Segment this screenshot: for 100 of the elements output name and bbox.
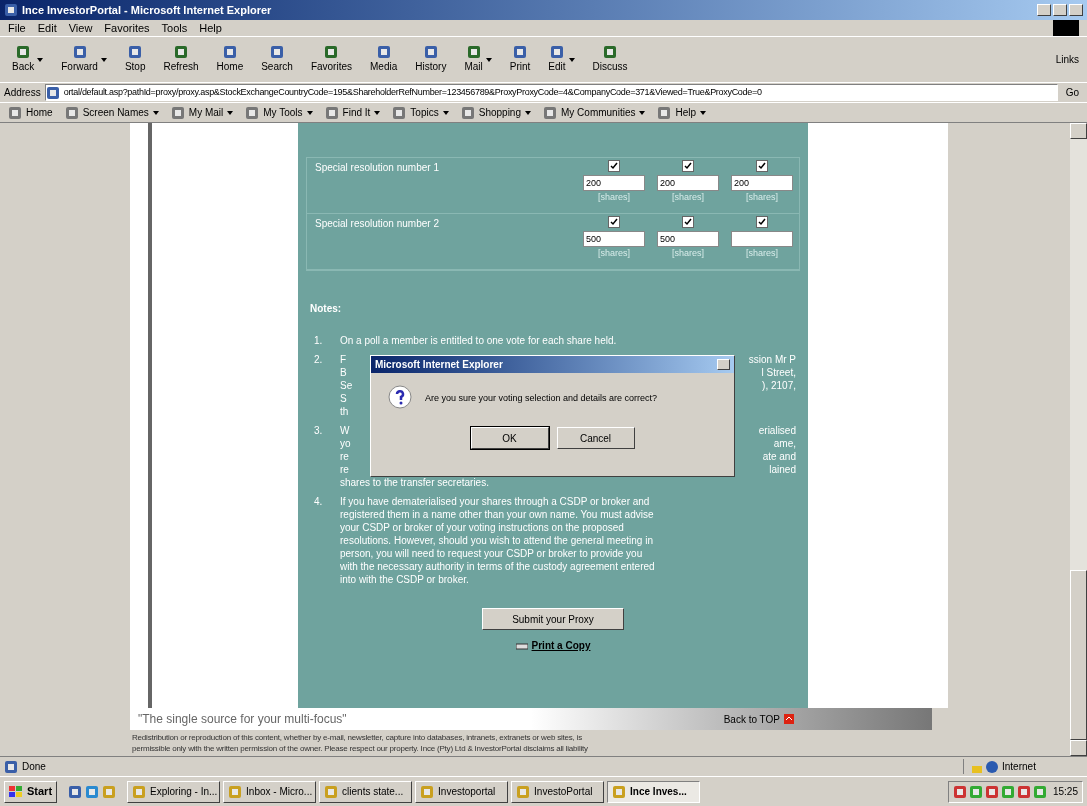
toolbar-button[interactable]: Edit bbox=[544, 45, 579, 74]
scrollbar[interactable] bbox=[1070, 123, 1087, 756]
shares-unit: [shares] bbox=[672, 247, 704, 260]
toolbar-icon bbox=[72, 45, 87, 59]
notes-heading: Notes: bbox=[309, 302, 343, 316]
shares-field[interactable]: 200 bbox=[583, 175, 645, 191]
app-icon bbox=[324, 784, 339, 799]
link-icon bbox=[170, 105, 185, 120]
check-icon bbox=[758, 218, 766, 226]
maximize-button[interactable] bbox=[1053, 4, 1067, 16]
link-button[interactable]: Shopping bbox=[460, 105, 531, 120]
status-text: Done bbox=[22, 760, 46, 774]
taskbar-task[interactable]: Inbox - Micro... bbox=[223, 780, 317, 803]
app-icon bbox=[228, 784, 243, 799]
vote-checkbox[interactable] bbox=[756, 216, 768, 228]
caret-icon bbox=[639, 110, 646, 115]
note-fragment: F bbox=[340, 353, 347, 366]
link-button[interactable]: My Mail bbox=[170, 105, 234, 120]
link-button[interactable]: Help bbox=[657, 105, 707, 120]
vote-checkbox[interactable] bbox=[682, 216, 694, 228]
menu-item[interactable]: Help bbox=[199, 19, 222, 37]
shares-unit: [shares] bbox=[598, 191, 630, 204]
shares-unit: [shares] bbox=[746, 191, 778, 204]
vote-checkbox[interactable] bbox=[756, 160, 768, 172]
taskbar-task[interactable]: clients state... bbox=[319, 780, 413, 803]
shares-unit: [shares] bbox=[672, 191, 704, 204]
note-fragment: re bbox=[340, 450, 349, 463]
close-button[interactable] bbox=[717, 359, 730, 370]
check-icon bbox=[610, 162, 618, 170]
toolbar-button[interactable]: Back bbox=[8, 45, 48, 74]
menu-item[interactable]: Tools bbox=[161, 19, 188, 37]
links-label[interactable]: Links bbox=[1055, 52, 1079, 67]
caret-icon bbox=[700, 110, 707, 115]
minimize-button[interactable] bbox=[1037, 4, 1051, 16]
toolbar-icon bbox=[423, 45, 438, 59]
toolbar-button[interactable]: Home bbox=[212, 45, 248, 74]
menu-item[interactable]: Favorites bbox=[104, 19, 150, 37]
toolbar-button[interactable]: Discuss bbox=[588, 45, 632, 74]
tray-icon bbox=[1032, 784, 1047, 799]
toolbar-button[interactable]: Favorites bbox=[306, 45, 356, 74]
toolbar-button[interactable]: Media bbox=[366, 45, 402, 74]
toolbar-button[interactable]: Mail bbox=[460, 45, 496, 74]
quick-launch-icon bbox=[102, 784, 117, 799]
shares-field[interactable]: 200 bbox=[657, 175, 719, 191]
link-button[interactable]: Home bbox=[8, 105, 53, 120]
vote-checkbox[interactable] bbox=[608, 216, 620, 228]
back-to-top-link[interactable]: Back to TOP bbox=[723, 711, 794, 727]
taskbar-task[interactable]: Exploring - In... bbox=[127, 780, 221, 803]
shares-field[interactable] bbox=[731, 231, 793, 247]
link-icon bbox=[8, 105, 22, 120]
toolbar-button[interactable]: Refresh bbox=[159, 45, 203, 74]
caret-icon bbox=[442, 110, 449, 115]
toolbar-button[interactable]: Print bbox=[505, 45, 535, 74]
page-icon bbox=[45, 85, 60, 100]
submit-button[interactable]: Submit your Proxy bbox=[482, 608, 624, 630]
toolbar-icon bbox=[603, 45, 618, 59]
toolbar-button[interactable]: Stop bbox=[120, 45, 150, 74]
note-line: If you have dematerialised your shares through a CSDP or broker and bbox=[340, 495, 651, 508]
start-button[interactable]: Start bbox=[4, 780, 58, 803]
toolbar-button[interactable]: History bbox=[411, 45, 451, 74]
menu-item[interactable]: Edit bbox=[37, 19, 57, 37]
shares-field[interactable]: 500 bbox=[583, 231, 645, 247]
vote-checkbox[interactable] bbox=[682, 160, 694, 172]
dialog-button[interactable]: Cancel bbox=[556, 427, 635, 449]
toolbar-icon bbox=[128, 45, 143, 59]
toolbar-button[interactable]: Search bbox=[257, 45, 297, 74]
dialog-button[interactable]: OK bbox=[470, 427, 549, 449]
address-field[interactable]: ortal/default.asp?pathId=proxy/proxy.asp&StockExchangeCountryCode=195&ShareholderRefNumber=123456789&ProxyProxyCode=4&CompanyCode=371&Viewed=True&ProxyCode=0 bbox=[44, 84, 1058, 101]
link-button[interactable]: My Communities bbox=[543, 105, 646, 120]
up-arrow-icon bbox=[784, 714, 794, 724]
shares-unit: [shares] bbox=[746, 247, 778, 260]
note-number: 2. bbox=[314, 353, 324, 367]
taskbar-task[interactable]: Ince Inves... bbox=[607, 780, 701, 803]
go-button[interactable]: Go bbox=[1061, 85, 1083, 100]
vote-checkbox[interactable] bbox=[608, 160, 620, 172]
taskbar-task[interactable]: Investoportal bbox=[415, 780, 509, 803]
note-fragment: S bbox=[340, 392, 347, 405]
link-button[interactable]: Find It bbox=[324, 105, 381, 120]
tray-icon bbox=[952, 784, 967, 799]
menu-item[interactable]: View bbox=[68, 19, 93, 37]
taskbar-task[interactable]: InvestoPortal bbox=[511, 780, 605, 803]
link-button[interactable]: My Tools bbox=[245, 105, 313, 120]
caret-icon bbox=[568, 57, 575, 62]
print-link[interactable]: Print a Copy bbox=[531, 638, 591, 653]
check-icon bbox=[610, 218, 618, 226]
link-icon bbox=[460, 105, 475, 120]
toolbar-icon bbox=[174, 45, 188, 59]
shares-field[interactable]: 500 bbox=[657, 231, 719, 247]
toolbar-icon bbox=[549, 45, 564, 59]
close-button[interactable] bbox=[1069, 4, 1083, 16]
link-icon bbox=[543, 105, 557, 120]
link-button[interactable]: Topics bbox=[392, 105, 449, 120]
note-line: resolutions. However, should you wish to attend the general meeting in bbox=[340, 534, 654, 547]
shares-field[interactable]: 200 bbox=[731, 175, 793, 191]
toolbar-button[interactable]: Forward bbox=[57, 45, 111, 74]
note-fragment: ate and bbox=[762, 450, 796, 463]
windows-logo-icon bbox=[9, 785, 23, 798]
menu-item[interactable]: File bbox=[8, 19, 26, 37]
tagline: "The single source for your multi-focus" bbox=[138, 711, 347, 728]
link-button[interactable]: Screen Names bbox=[64, 105, 159, 120]
